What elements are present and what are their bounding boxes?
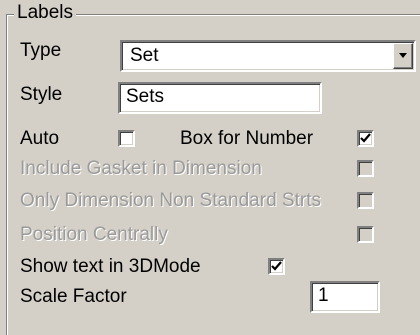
checkmark-icon — [271, 261, 282, 271]
show-text-3d-checkbox[interactable] — [268, 258, 285, 275]
include-gasket-label: Include Gasket in Dimension — [20, 158, 262, 179]
type-combobox[interactable]: Set — [120, 40, 416, 72]
style-input[interactable]: Sets — [118, 82, 322, 114]
include-gasket-checkbox[interactable] — [357, 160, 374, 177]
checkmark-icon — [360, 133, 371, 143]
type-dropdown-button[interactable] — [393, 43, 413, 69]
chevron-down-icon — [399, 53, 407, 58]
position-centrally-label: Position Centrally — [20, 224, 168, 245]
auto-checkbox[interactable] — [118, 130, 135, 147]
only-non-standard-checkbox[interactable] — [357, 192, 374, 209]
style-label: Style — [20, 84, 63, 105]
scale-factor-input[interactable]: 1 — [310, 281, 380, 313]
scale-factor-value: 1 — [318, 285, 329, 306]
labels-group-title: Labels — [14, 2, 76, 24]
type-label: Type — [20, 40, 62, 61]
show-text-3d-label: Show text in 3DMode — [20, 256, 201, 277]
scale-factor-label: Scale Factor — [20, 286, 127, 307]
box-for-number-checkbox[interactable] — [357, 130, 374, 147]
type-combobox-value: Set — [130, 45, 159, 66]
position-centrally-checkbox[interactable] — [357, 226, 374, 243]
style-input-value: Sets — [126, 86, 165, 107]
auto-label: Auto — [20, 128, 60, 149]
only-non-standard-label: Only Dimension Non Standard Strts — [20, 190, 321, 211]
box-for-number-label: Box for Number — [180, 128, 314, 149]
